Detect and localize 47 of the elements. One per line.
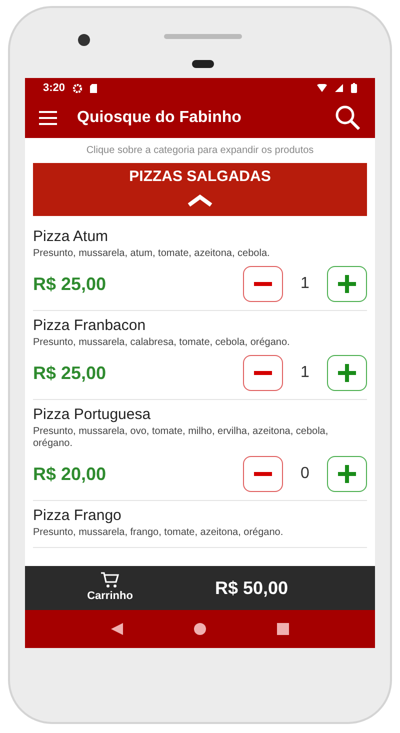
product-description: Presunto, mussarela, atum, tomate, azeitona, cebola.	[33, 248, 271, 260]
sensor-icon	[192, 60, 214, 68]
chevron-up-icon	[186, 192, 214, 206]
cart-button[interactable]: Carrinho	[25, 572, 195, 604]
decrease-button[interactable]	[243, 355, 283, 391]
speaker-icon	[164, 34, 242, 39]
decrease-button[interactable]	[243, 456, 283, 492]
recents-icon[interactable]	[277, 623, 290, 635]
hint-text: Clique sobre a categoria para expandir os produtos	[85, 144, 315, 158]
product-name: Pizza Atum	[33, 228, 110, 246]
product-price: R$ 20,00	[33, 462, 106, 486]
product-price: R$ 25,00	[33, 272, 106, 296]
plus-icon	[338, 465, 356, 483]
product-name: Pizza Portuguesa	[33, 406, 152, 424]
product-description: Presunto, mussarela, calabresa, tomate, cebola, orégano.	[33, 337, 291, 349]
increase-button[interactable]	[327, 456, 367, 492]
back-icon[interactable]	[110, 623, 123, 635]
signal-icon	[335, 84, 343, 92]
quantity: 1	[300, 363, 310, 383]
gear-icon	[73, 84, 82, 92]
app-title: Quiosque do Fabinho	[77, 108, 242, 128]
wifi-icon	[317, 84, 327, 92]
quantity: 0	[300, 464, 310, 484]
minus-icon	[254, 472, 272, 476]
decrease-button[interactable]	[243, 266, 283, 302]
product-description: Presunto, mussarela, ovo, tomate, milho, ervilha, azeitona, cebola, orégano.	[33, 426, 330, 450]
minus-icon	[254, 371, 272, 375]
home-icon[interactable]	[194, 623, 206, 635]
plus-icon	[338, 364, 356, 382]
quantity: 1	[300, 274, 310, 294]
camera-icon	[78, 34, 90, 46]
increase-button[interactable]	[327, 355, 367, 391]
category-header[interactable]: PIZZAS SALGADAS	[33, 163, 367, 216]
minus-icon	[254, 282, 272, 286]
status-time: 3:20	[43, 80, 66, 96]
product-description: Presunto, mussarela, frango, tomate, azeitona, orégano.	[33, 527, 284, 539]
product-name: Pizza Frango	[33, 507, 122, 525]
sd-card-icon	[90, 84, 98, 92]
battery-icon	[351, 83, 357, 93]
menu-icon[interactable]	[39, 111, 57, 125]
cart-icon	[100, 572, 120, 588]
product-price: R$ 25,00	[33, 362, 106, 384]
cart-total: R$ 50,00	[215, 576, 288, 600]
search-icon[interactable]	[335, 105, 361, 131]
product-name: Pizza Franbacon	[33, 317, 147, 335]
plus-icon	[338, 275, 356, 293]
increase-button[interactable]	[327, 266, 367, 302]
